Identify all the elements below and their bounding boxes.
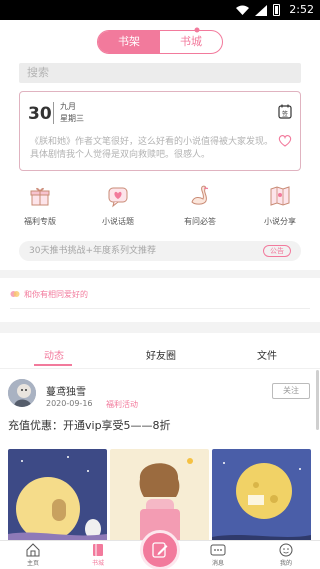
message-icon — [210, 544, 226, 556]
nav-bookstore[interactable]: 书城 — [78, 543, 118, 567]
map-icon — [270, 186, 290, 206]
nav-messages-label: 消息 — [211, 560, 224, 567]
announcement-banner[interactable]: 30天推书挑战+年度系列文推荐 公告 — [19, 241, 301, 261]
date-weekday: 星期三 — [60, 114, 84, 123]
tab-bookshelf[interactable]: 书架 — [98, 31, 160, 53]
avatar[interactable] — [8, 379, 36, 407]
notice-text: 和你有相同爱好的 — [24, 290, 88, 299]
date-divider — [53, 102, 54, 124]
nav-messages[interactable]: 消息 — [198, 543, 238, 567]
signal-icon — [255, 4, 267, 16]
date-day: 30 — [28, 104, 52, 124]
feature-share-label: 小说分享 — [264, 217, 296, 226]
active-tab-indicator — [34, 364, 72, 366]
nav-home[interactable]: 主页 — [13, 543, 53, 567]
feature-welfare[interactable]: 福利专版 — [5, 180, 75, 227]
heart-icon — [10, 291, 20, 297]
clock: 2:52 — [289, 3, 314, 16]
announcement-text: 30天推书挑战+年度系列文推荐 — [29, 246, 156, 256]
feed-tabs: 动态 好友圈 文件 — [0, 333, 320, 369]
feature-welfare-label: 福利专版 — [24, 217, 56, 226]
battery-icon — [273, 4, 280, 16]
tab-friends[interactable]: 好友圈 — [146, 347, 176, 362]
announcement-badge: 公告 — [263, 245, 291, 257]
heart-chat-icon — [108, 187, 128, 208]
interest-notice[interactable]: 和你有相同爱好的 — [0, 278, 320, 322]
divider — [10, 308, 310, 309]
nav-profile[interactable]: 我的 — [266, 543, 306, 567]
feature-grid: 福利专版 小说话题 有问必答 小说分享 — [0, 180, 320, 240]
scrollbar[interactable] — [316, 370, 319, 430]
edit-icon — [152, 542, 168, 558]
swan-icon — [191, 185, 209, 205]
feature-topic-label: 小说话题 — [102, 217, 134, 226]
post-images — [8, 449, 312, 541]
nav-profile-label: 我的 — [279, 560, 292, 567]
nav-home-label: 主页 — [26, 560, 39, 567]
tab-bookstore-label: 书城 — [180, 35, 202, 48]
post-date: 2020-09-16 — [46, 399, 93, 408]
post-image[interactable] — [8, 449, 107, 541]
nav-bookstore-label: 书城 — [91, 560, 104, 567]
feature-qa[interactable]: 有问必答 — [165, 180, 235, 227]
tab-bookstore[interactable]: 书城 — [160, 27, 222, 53]
sign-label: 签 — [282, 110, 288, 118]
top-section: 书架 书城 搜索 30 九月 星期三 签 《朕和她》作者文笔很好，这么好看的小说… — [0, 20, 320, 270]
daily-recommendation-card[interactable]: 30 九月 星期三 签 《朕和她》作者文笔很好，这么好看的小说值得被大家发现。具… — [19, 91, 301, 171]
book-icon — [93, 544, 103, 556]
profile-icon — [279, 543, 293, 557]
gift-icon — [30, 187, 50, 206]
home-icon — [26, 543, 40, 557]
status-bar: 2:52 — [0, 0, 320, 20]
avatar-image — [8, 379, 36, 407]
heart-icon[interactable] — [278, 134, 292, 148]
post-tag[interactable]: 福利活动 — [106, 399, 138, 410]
sign-in-calendar-icon[interactable]: 签 — [278, 104, 292, 119]
tab-dynamics[interactable]: 动态 — [44, 347, 64, 362]
post-image[interactable] — [212, 449, 311, 541]
feature-share[interactable]: 小说分享 — [245, 180, 315, 227]
post-username[interactable]: 蔓鸢独雪 — [46, 383, 86, 398]
post-text: 充值优惠：开通vip享受5——8折 — [8, 419, 171, 432]
search-input[interactable]: 搜索 — [19, 63, 301, 83]
feature-qa-label: 有问必答 — [184, 217, 216, 226]
tab-files[interactable]: 文件 — [257, 347, 277, 362]
feature-topic[interactable]: 小说话题 — [83, 180, 153, 227]
feed-section: 动态 好友圈 文件 蔓鸢独雪 2020-09-16 福利活动 关注 充值优惠：开… — [0, 333, 320, 541]
date-month: 九月 — [60, 102, 76, 111]
quote-text: 《朕和她》作者文笔很好，这么好看的小说值得被大家发现。具体剧情我个人觉得是双向救… — [30, 137, 274, 160]
compose-button[interactable] — [140, 530, 180, 569]
follow-button[interactable]: 关注 — [272, 383, 310, 399]
post-image[interactable] — [110, 449, 209, 541]
wifi-icon — [236, 5, 249, 15]
top-tab-switch: 书架 书城 — [97, 27, 223, 54]
new-dot-icon — [194, 27, 200, 33]
